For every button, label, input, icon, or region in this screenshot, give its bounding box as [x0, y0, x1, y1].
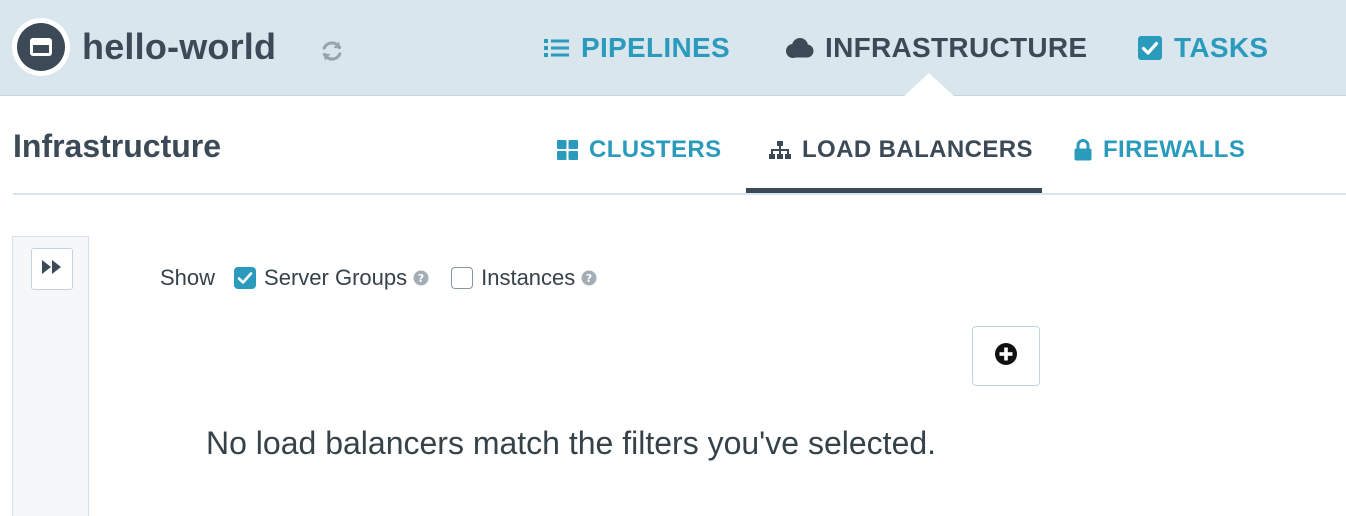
- refresh-icon[interactable]: [319, 38, 345, 64]
- nav-pipelines-label: PIPELINES: [581, 32, 730, 63]
- cloud-icon: [784, 37, 814, 59]
- svg-text:?: ?: [418, 272, 424, 285]
- sitemap-icon: [768, 139, 792, 161]
- server-groups-label[interactable]: Server Groups: [264, 265, 407, 291]
- nav-infrastructure[interactable]: INFRASTRUCTURE: [784, 30, 1087, 66]
- window-icon: [17, 23, 65, 71]
- tab-firewalls[interactable]: FIREWALLS: [1073, 133, 1245, 167]
- tab-clusters[interactable]: CLUSTERS: [557, 133, 722, 167]
- tab-clusters-label: CLUSTERS: [589, 136, 722, 163]
- tab-load-balancers[interactable]: LOAD BALANCERS: [768, 133, 1033, 167]
- divider: [13, 193, 1346, 195]
- nav-pipelines[interactable]: PIPELINES: [544, 30, 730, 66]
- grid-icon: [557, 139, 579, 161]
- empty-state-message: No load balancers match the filters you'…: [206, 425, 937, 461]
- active-nav-caret: [902, 73, 956, 98]
- app-logo[interactable]: [12, 18, 70, 76]
- display-filters: Show Server Groups ? Instances ?: [160, 263, 597, 293]
- page-title: Infrastructure: [13, 128, 222, 164]
- expand-sidebar-button[interactable]: [31, 248, 73, 290]
- plus-circle-icon: [994, 342, 1018, 371]
- nav-tasks-label: TASKS: [1174, 32, 1269, 63]
- lock-icon: [1073, 138, 1093, 162]
- nav-infrastructure-label: INFRASTRUCTURE: [825, 32, 1088, 63]
- svg-text:?: ?: [586, 272, 592, 285]
- instances-checkbox[interactable]: [451, 267, 474, 289]
- tab-firewalls-label: FIREWALLS: [1103, 136, 1246, 163]
- fast-forward-icon: [41, 259, 63, 280]
- nav-tasks[interactable]: TASKS: [1137, 30, 1268, 66]
- question-circle-icon[interactable]: ?: [413, 270, 429, 286]
- list-icon: [544, 37, 570, 59]
- tab-load-balancers-label: LOAD BALANCERS: [802, 136, 1033, 163]
- check-square-icon: [1137, 35, 1163, 61]
- app-title: hello-world: [82, 26, 277, 67]
- server-groups-checkbox[interactable]: [234, 267, 257, 289]
- question-circle-icon[interactable]: ?: [581, 270, 597, 286]
- create-load-balancer-button[interactable]: [972, 326, 1040, 386]
- app-header: hello-world PIPELINES INFRASTRUCTURE TAS…: [0, 0, 1346, 98]
- instances-label[interactable]: Instances: [481, 265, 575, 291]
- show-label: Show: [160, 265, 216, 290]
